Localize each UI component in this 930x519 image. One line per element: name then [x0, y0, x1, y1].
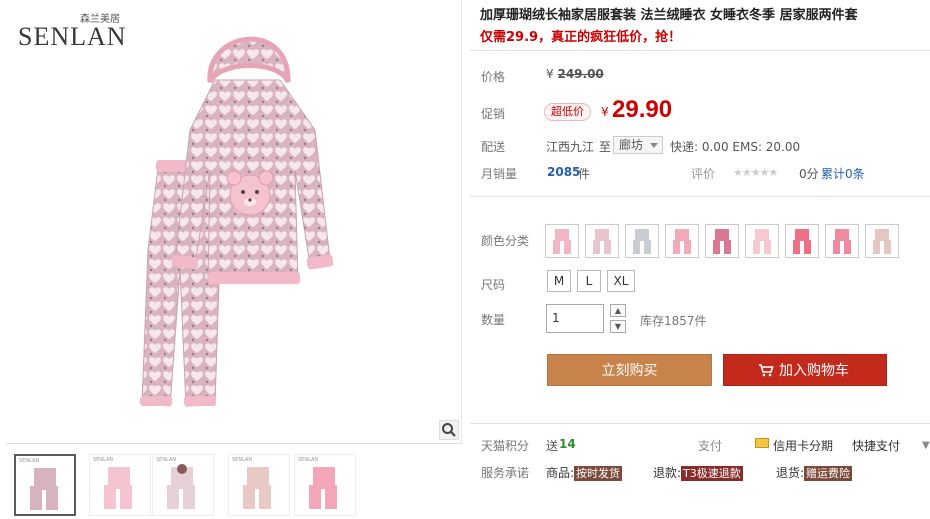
cart-icon: [759, 364, 774, 377]
color-swatch-6[interactable]: [745, 224, 779, 258]
brand-logo-en: SENLAN: [18, 22, 127, 51]
main-product-image[interactable]: [120, 20, 370, 415]
thumbnail-strip: SENLAN SENLAN SENLAN SENLAN SENLAN: [6, 443, 462, 519]
currency-symbol: ¥: [546, 67, 554, 81]
monthly-sales-count: 2085: [547, 165, 581, 179]
service-refund: 退款: T3极速退款: [653, 464, 743, 481]
stock-count: 库存1857件: [640, 314, 707, 328]
buy-now-button[interactable]: 立刻购买: [547, 354, 712, 386]
shipping-label: 配送: [481, 140, 506, 154]
service-return: 退货: 赠运费险: [776, 464, 853, 481]
chevron-down-icon[interactable]: ▼: [922, 440, 930, 451]
promo-currency: ¥: [601, 105, 609, 119]
color-swatch-4[interactable]: [665, 224, 699, 258]
divider: [470, 196, 930, 197]
service-return-label: 退货:: [776, 466, 805, 480]
quantity-decrease-button[interactable]: ▼: [610, 320, 626, 333]
quantity-increase-button[interactable]: ▲: [610, 304, 626, 317]
rating-stars-icon: ★★★★★: [733, 166, 778, 179]
thumbnail-tag: SENLAN: [156, 457, 177, 463]
quick-pay[interactable]: 快捷支付: [852, 437, 900, 454]
rating-score: 0分: [799, 167, 819, 181]
shipping-from: 江西九江: [546, 140, 595, 154]
promo-badge: 超低价: [544, 103, 591, 121]
thumbnail-tag: SENLAN: [93, 457, 114, 463]
product-subtitle: 仅需29.9，真正的疯狂低价，抢！: [480, 30, 682, 45]
product-gallery: 森兰美居 SENLAN SENLAN SENLAN SENLAN SENLAN …: [0, 0, 462, 519]
color-label: 颜色分类: [481, 234, 530, 248]
service-label: 服务承诺: [481, 466, 530, 480]
destination-dropdown[interactable]: 廊坊: [613, 136, 663, 154]
product-title: 加厚珊瑚绒长袖家居服套装 法兰绒睡衣 女睡衣冬季 居家服两件套: [480, 8, 858, 23]
shipping-fees: 快递: 0.00 EMS: 20.00: [670, 140, 801, 154]
original-price-value: 249.00: [557, 67, 604, 81]
points-value: 14: [559, 437, 576, 451]
size-option-m[interactable]: M: [547, 270, 571, 292]
color-swatch-5[interactable]: [705, 224, 739, 258]
monthly-sales-unit: 件: [578, 167, 591, 181]
points-prefix: 送: [546, 439, 559, 453]
review-count-link[interactable]: 累计0条: [821, 165, 865, 182]
service-goods-label: 商品:: [546, 466, 575, 480]
promo-label: 促销: [481, 107, 506, 121]
color-swatch-9[interactable]: [865, 224, 899, 258]
service-refund-label: 退款:: [653, 466, 682, 480]
shipping-to-word: 至: [599, 140, 612, 154]
service-goods: 商品: 按时发货: [546, 464, 623, 481]
color-swatch-7[interactable]: [785, 224, 819, 258]
size-option-l[interactable]: L: [577, 270, 601, 292]
color-swatch-8[interactable]: [825, 224, 859, 258]
destination-value: 廊坊: [619, 138, 644, 152]
divider: [470, 423, 930, 424]
color-swatch-1[interactable]: [545, 224, 579, 258]
service-goods-tag: 按时发货: [574, 466, 623, 481]
color-swatch-3[interactable]: [625, 224, 659, 258]
thumbnail-4[interactable]: SENLAN: [228, 454, 290, 516]
original-price: ¥ 249.00: [546, 67, 604, 81]
thumbnail-tag: SENLAN: [19, 458, 40, 464]
payment-label: 支付: [698, 439, 723, 453]
rating-label: 评价: [691, 167, 716, 181]
thumbnail-3[interactable]: SENLAN: [152, 454, 214, 516]
size-option-xl[interactable]: XL: [607, 270, 635, 292]
quantity-input[interactable]: 1: [546, 304, 604, 333]
thumbnail-tag: SENLAN: [298, 457, 319, 463]
divider: [470, 50, 930, 51]
service-refund-tag: T3极速退款: [681, 466, 743, 481]
product-info-panel: 加厚珊瑚绒长袖家居服套装 法兰绒睡衣 女睡衣冬季 居家服两件套 仅需29.9，真…: [470, 0, 930, 519]
color-swatch-list: [545, 224, 905, 260]
chevron-down-icon: [650, 143, 658, 148]
service-return-tag: 赠运费险: [804, 466, 853, 481]
magnifier-icon: [442, 423, 456, 437]
thumbnail-5[interactable]: SENLAN: [294, 454, 356, 516]
credit-installment[interactable]: 信用卡分期: [773, 437, 833, 454]
thumbnail-2[interactable]: SENLAN: [89, 454, 151, 516]
quantity-label: 数量: [481, 313, 506, 327]
promo-price: 29.90: [612, 96, 673, 123]
thumbnail-1[interactable]: SENLAN: [14, 454, 76, 516]
credit-card-icon: [755, 438, 769, 448]
thumbnail-tag: SENLAN: [232, 457, 253, 463]
color-swatch-2[interactable]: [585, 224, 619, 258]
price-label: 价格: [481, 70, 506, 84]
add-to-cart-button[interactable]: 加入购物车: [723, 354, 887, 386]
points-label: 天猫积分: [481, 439, 530, 453]
add-to-cart-label: 加入购物车: [779, 363, 849, 379]
monthly-sales-label: 月销量: [481, 167, 518, 181]
size-label: 尺码: [481, 278, 506, 292]
zoom-button[interactable]: [439, 420, 459, 440]
brand-logo: 森兰美居 SENLAN: [18, 8, 128, 51]
